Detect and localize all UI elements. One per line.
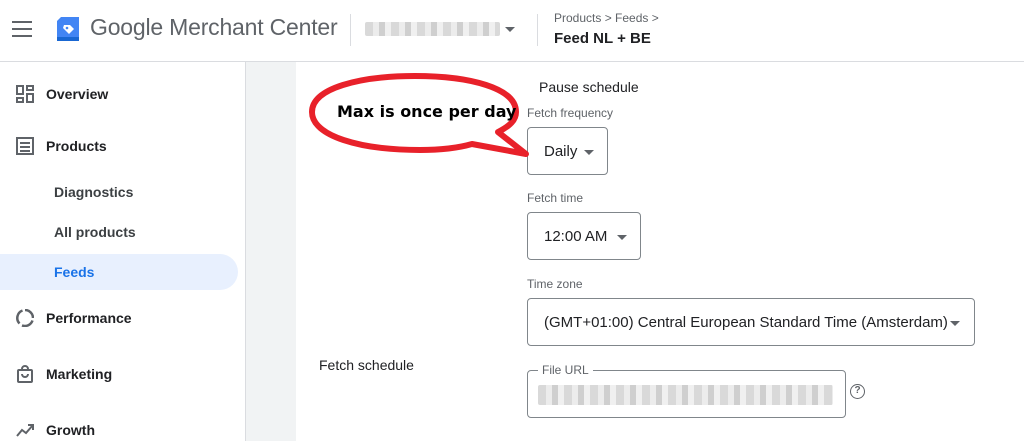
sidebar-item-label: Growth (46, 422, 95, 438)
growth-trend-icon (16, 424, 34, 437)
sidebar-item-label: Products (46, 138, 107, 154)
annotation-text: Max is once per day (337, 102, 517, 121)
sidebar-item-performance[interactable]: Performance (0, 300, 238, 336)
app-title: Google Merchant Center (90, 14, 338, 40)
account-name-redacted (365, 22, 500, 36)
sidebar-item-all-products[interactable]: All products (0, 214, 238, 250)
sidebar-nav: Overview Products Diagnostics All produc… (0, 62, 246, 441)
time-zone-select[interactable]: (GMT+01:00) Central European Standard Ti… (527, 298, 975, 346)
file-url-input[interactable] (527, 370, 846, 418)
sidebar-item-marketing[interactable]: Marketing (0, 356, 238, 392)
sidebar-item-label: Feeds (54, 264, 95, 280)
speech-bubble-annotation (309, 73, 529, 157)
sidebar-item-products[interactable]: Products (0, 128, 238, 164)
fetch-frequency-select[interactable]: Daily (527, 127, 608, 175)
fetch-time-select[interactable]: 12:00 AM (527, 212, 641, 260)
time-zone-value: (GMT+01:00) Central European Standard Ti… (544, 314, 948, 331)
products-list-icon (16, 137, 34, 155)
sidebar-item-label: Overview (46, 86, 109, 102)
header-divider (350, 14, 351, 46)
sidebar-item-label: Performance (46, 310, 132, 326)
page-title: Feed NL + BE (554, 30, 651, 47)
fetch-frequency-value: Daily (544, 143, 578, 160)
chevron-down-icon (584, 150, 594, 155)
chevron-down-icon (505, 27, 515, 32)
pause-schedule-button[interactable]: Pause schedule (539, 79, 639, 95)
sidebar-item-label: Marketing (46, 366, 113, 382)
content-gutter (246, 62, 296, 441)
chevron-down-icon (950, 321, 960, 326)
app-header: Google Merchant Center Products > Feeds … (0, 0, 1024, 62)
sidebar-item-label: Diagnostics (54, 184, 134, 200)
fetch-time-label: Fetch time (527, 191, 584, 205)
file-url-label: File URL (538, 363, 593, 377)
hamburger-menu-icon[interactable] (12, 21, 32, 37)
sidebar-item-overview[interactable]: Overview (0, 76, 238, 112)
overview-dashboard-icon (16, 85, 34, 103)
file-url-redacted (538, 385, 833, 405)
fetch-frequency-label: Fetch frequency (527, 106, 614, 120)
sidebar-item-label: All products (54, 224, 136, 240)
time-zone-label: Time zone (527, 277, 583, 291)
fetch-time-value: 12:00 AM (544, 228, 608, 245)
help-icon[interactable]: ? (850, 384, 865, 399)
sidebar-item-diagnostics[interactable]: Diagnostics (0, 174, 238, 210)
marketing-bag-icon (17, 365, 33, 383)
chevron-down-icon (617, 235, 627, 240)
breadcrumb[interactable]: Products > Feeds > (554, 11, 659, 25)
merchant-center-logo-icon (57, 17, 79, 41)
sidebar-item-feeds[interactable]: Feeds (0, 254, 238, 290)
account-selector[interactable] (360, 14, 520, 46)
header-divider (537, 14, 538, 46)
performance-ring-icon (16, 309, 34, 327)
fetch-schedule-heading: Fetch schedule (319, 357, 414, 373)
sidebar-item-growth[interactable]: Growth (0, 412, 238, 441)
